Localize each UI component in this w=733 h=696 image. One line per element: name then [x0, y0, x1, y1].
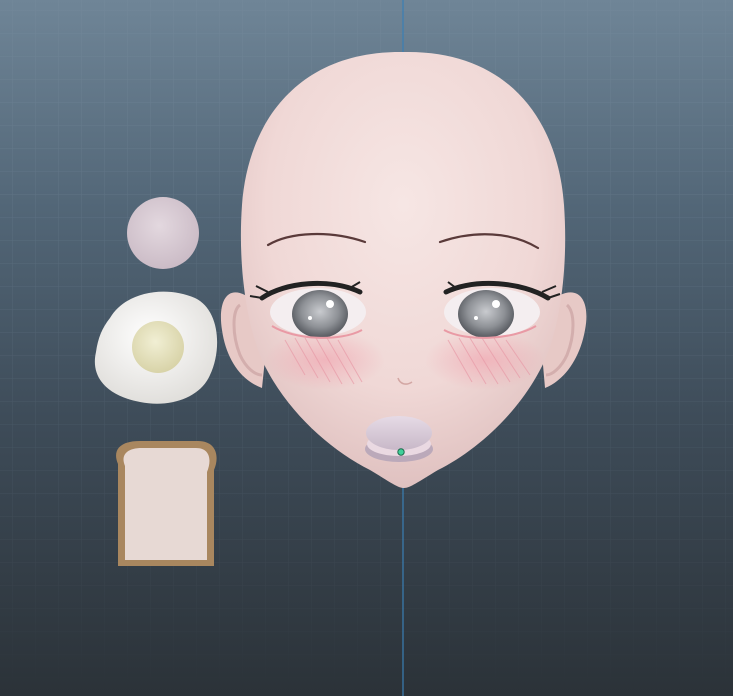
- ball-prop[interactable]: [127, 197, 199, 269]
- toast-slice-prop[interactable]: [116, 441, 217, 566]
- egg-yolk: [132, 321, 184, 373]
- 3d-viewport[interactable]: [0, 0, 733, 696]
- pivot-gizmo[interactable]: [397, 448, 405, 456]
- fried-egg-prop[interactable]: [94, 291, 218, 404]
